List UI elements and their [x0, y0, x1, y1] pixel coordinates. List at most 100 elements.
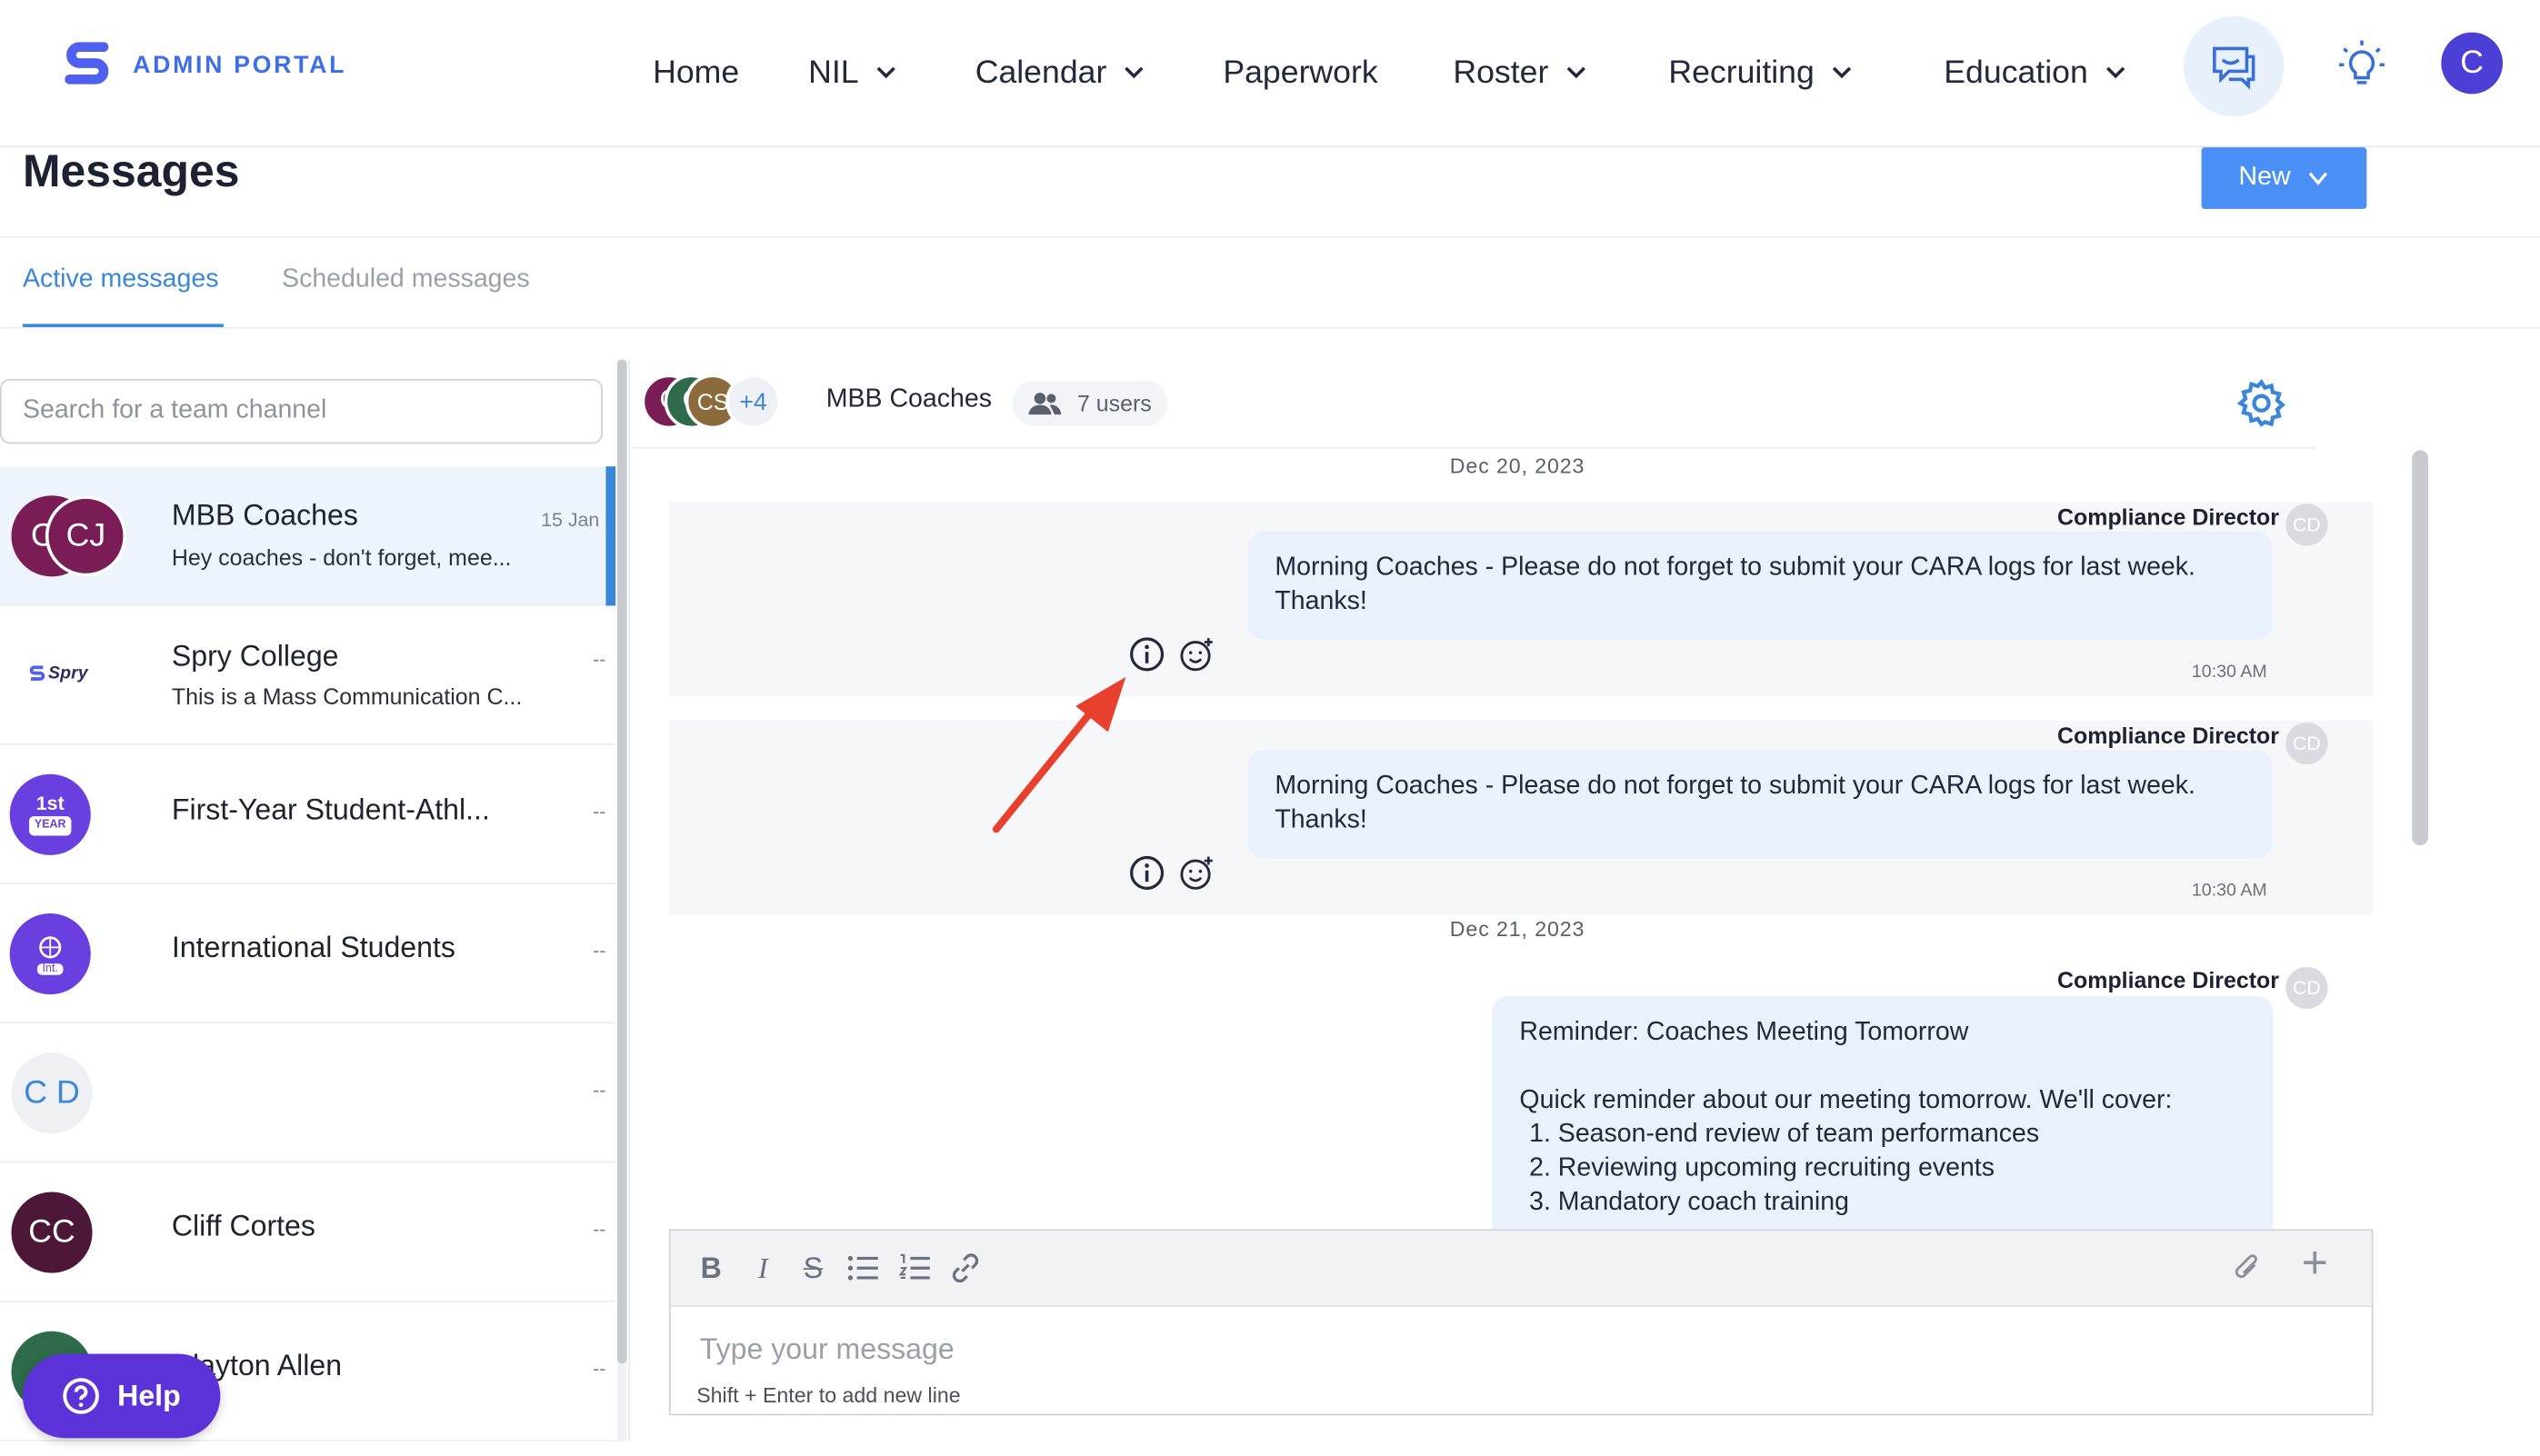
users-badge[interactable]: 7 users: [1012, 380, 1168, 426]
link-icon[interactable]: [947, 1251, 983, 1286]
nav-paperwork-label: Paperwork: [1223, 54, 1378, 90]
avatar-initials: C D: [24, 1074, 80, 1111]
message-list-item: 3. Mandatory coach training: [1529, 1188, 1849, 1217]
nav-recruiting-label: Recruiting: [1668, 54, 1815, 90]
message-time: 10:30 AM: [2191, 881, 2267, 901]
channel-item-mbb-coaches[interactable]: C CJ MBB Coaches Hey coaches - don't for…: [0, 466, 616, 606]
channel-item-cliff-cortes[interactable]: CC Cliff Cortes --: [0, 1162, 616, 1302]
add-reaction-icon: [1180, 638, 1213, 672]
bullet-list-glyph: [847, 1255, 878, 1281]
brand-name: ADMIN PORTAL: [133, 51, 347, 79]
strikethrough-icon[interactable]: S: [795, 1251, 831, 1286]
chevron-down-icon: [1566, 66, 1585, 79]
channel-date: --: [593, 939, 606, 962]
date-separator: Dec 21, 2023: [1449, 916, 1585, 942]
channel-item-international[interactable]: Int. International Students --: [0, 884, 616, 1024]
add-reaction-button[interactable]: [1179, 636, 1215, 672]
channel-name: International Students: [171, 931, 455, 964]
message-title: Reminder: Coaches Meeting Tomorrow: [1519, 1018, 1969, 1047]
users-icon: [1028, 393, 1062, 415]
info-icon: [1130, 855, 1165, 890]
sender-avatar: CD: [2285, 504, 2328, 546]
nav-recruiting[interactable]: Recruiting: [1668, 48, 1853, 96]
channel-preview: This is a Mass Communication C...: [171, 683, 523, 710]
badge-subtext: YEAR: [29, 816, 71, 836]
spry-logo-text: Spry: [48, 663, 88, 683]
avatar-initials: CD: [2292, 732, 2321, 755]
ideas-button[interactable]: [2326, 29, 2397, 100]
nav-education[interactable]: Education: [1944, 48, 2126, 96]
brand[interactable]: ADMIN PORTAL: [65, 39, 346, 91]
bold-icon[interactable]: B: [694, 1251, 729, 1286]
more-members-count: +4: [725, 374, 781, 430]
nav-nil[interactable]: NIL: [808, 48, 897, 96]
avatar-initials: CD: [2292, 976, 2321, 1000]
divider: [631, 446, 2317, 449]
message-list-item: 1. Season-end review of team performance…: [1529, 1121, 2040, 1149]
channel-item-first-year[interactable]: 1st YEAR First-Year Student-Athl... --: [0, 745, 616, 884]
channel-date: --: [593, 647, 606, 671]
more-count: +4: [739, 387, 767, 416]
message-sender: Compliance Director: [2057, 722, 2280, 749]
tab-active-messages[interactable]: Active messages: [23, 265, 218, 294]
avatar: CJ: [45, 495, 126, 577]
chevron-down-icon: [2308, 172, 2328, 185]
italic-icon[interactable]: I: [745, 1251, 781, 1286]
divider: [0, 326, 2540, 329]
page-title: Messages: [22, 145, 240, 196]
channel-settings-button[interactable]: [2236, 379, 2285, 427]
message-time: 10:30 AM: [2191, 662, 2267, 683]
channel-item-cd[interactable]: C D --: [0, 1023, 616, 1163]
message-info-button[interactable]: [1129, 855, 1165, 891]
chat-title: MBB Coaches: [825, 385, 992, 414]
channel-list-scroll-thumb[interactable]: [616, 359, 627, 1364]
annotation-arrow-icon: [992, 676, 1126, 833]
messages-scroll-thumb[interactable]: [2412, 450, 2429, 846]
attachment-icon[interactable]: [2229, 1251, 2265, 1286]
member-avatars[interactable]: C C CS +4: [641, 374, 791, 430]
avatar: CC: [11, 1192, 93, 1273]
help-button[interactable]: Help: [22, 1353, 221, 1439]
message-text: Thanks!: [1275, 806, 1367, 834]
messages-nav-button[interactable]: [2184, 15, 2285, 117]
add-icon[interactable]: +: [2297, 1237, 2333, 1287]
channel-date: --: [593, 1078, 606, 1102]
nav-calendar[interactable]: Calendar: [975, 48, 1145, 96]
channel-item-spry-college[interactable]: Spry Spry College This is a Mass Communi…: [0, 605, 616, 745]
brand-logo-icon: [29, 665, 45, 681]
numbered-list-icon[interactable]: [897, 1251, 933, 1286]
user-avatar[interactable]: C: [2441, 32, 2504, 95]
nav-calendar-label: Calendar: [975, 54, 1107, 90]
avatar-initials: CJ: [65, 517, 106, 553]
new-button-label: New: [2238, 163, 2291, 192]
nav-roster-label: Roster: [1453, 54, 1549, 90]
tab-scheduled-messages[interactable]: Scheduled messages: [282, 265, 530, 294]
channel-date: --: [593, 1357, 606, 1381]
avatar-initials: CD: [2292, 513, 2321, 536]
bullet-list-icon[interactable]: [845, 1251, 881, 1286]
message-bubble[interactable]: Morning Coaches - Please do not forget t…: [1247, 750, 2274, 859]
link-glyph: [952, 1253, 979, 1283]
message-text: Thanks!: [1275, 587, 1367, 616]
badge-subtext: Int.: [37, 962, 64, 974]
nav-roster[interactable]: Roster: [1453, 48, 1587, 96]
international-badge-icon: Int.: [9, 912, 91, 995]
chevron-down-icon: [2105, 66, 2125, 79]
message-bubble[interactable]: Morning Coaches - Please do not forget t…: [1247, 531, 2274, 640]
new-button[interactable]: New: [2201, 147, 2367, 209]
channel-name: First-Year Student-Athl...: [171, 793, 490, 826]
nav-home[interactable]: Home: [653, 48, 739, 96]
formatting-toolbar: B I S +: [670, 1231, 2372, 1307]
chevron-down-icon: [876, 66, 896, 79]
search-input[interactable]: [0, 378, 603, 444]
message-input[interactable]: [696, 1324, 2324, 1374]
message-bubble[interactable]: Reminder: Coaches Meeting Tomorrow Quick…: [1492, 995, 2274, 1240]
add-reaction-button[interactable]: [1179, 855, 1215, 891]
message-text: Morning Coaches - Please do not forget t…: [1275, 772, 2195, 801]
composer-hint: Shift + Enter to add new line: [696, 1382, 961, 1408]
lightbulb-icon: [2339, 40, 2385, 85]
channel-preview: Hey coaches - don't forget, mee...: [171, 544, 512, 571]
message-list-item: 2. Reviewing upcoming recruiting events: [1529, 1154, 1995, 1182]
nav-paperwork[interactable]: Paperwork: [1223, 48, 1377, 96]
